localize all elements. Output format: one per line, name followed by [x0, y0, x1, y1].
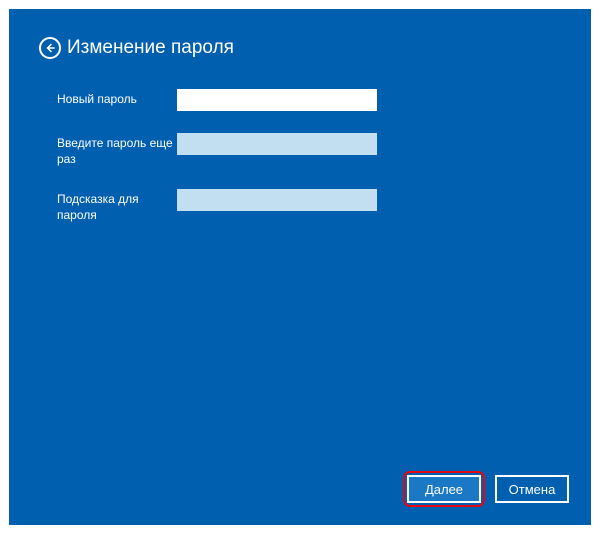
new-password-input[interactable]	[177, 89, 377, 111]
new-password-label: Новый пароль	[57, 89, 177, 107]
row-confirm-password: Введите пароль еще раз	[57, 133, 537, 167]
row-new-password: Новый пароль	[57, 89, 537, 111]
password-form: Новый пароль Введите пароль еще раз Подс…	[57, 89, 537, 245]
password-hint-label: Подсказка для пароля	[57, 189, 177, 223]
page-title: Изменение пароля	[67, 37, 234, 59]
next-button[interactable]: Далее	[407, 475, 481, 503]
next-button-highlight: Далее	[403, 471, 485, 507]
password-hint-input[interactable]	[177, 189, 377, 211]
row-password-hint: Подсказка для пароля	[57, 189, 537, 223]
cancel-button[interactable]: Отмена	[495, 475, 569, 503]
confirm-password-label: Введите пароль еще раз	[57, 133, 177, 167]
back-button[interactable]	[39, 37, 61, 59]
header: Изменение пароля	[39, 37, 234, 59]
button-bar: Далее Отмена	[403, 471, 569, 507]
change-password-window: Изменение пароля Новый пароль Введите па…	[9, 9, 591, 525]
arrow-left-icon	[44, 42, 56, 54]
confirm-password-input[interactable]	[177, 133, 377, 155]
